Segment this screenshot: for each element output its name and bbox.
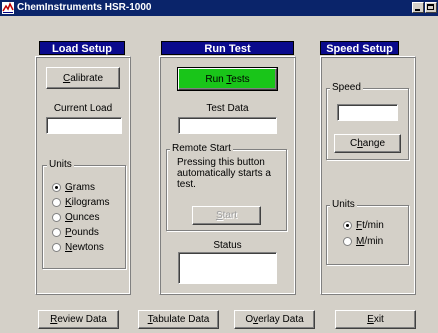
radio-kilograms-label: Kilograms [65,197,109,208]
title-bar[interactable]: ChemInstruments HSR-1000 [0,0,438,16]
run-tests-button[interactable]: Run Tests [178,68,277,90]
start-rest: tart [222,210,238,221]
load-units-radios: Grams Kilograms Ounces Pounds Newtons [52,181,109,253]
exit-label: Exit [367,314,384,325]
calibrate-label-rest: alibrate [70,72,104,84]
newtons-rest: ewtons [72,241,104,253]
change-rest: ange [362,138,386,149]
minimize-icon[interactable] [412,2,424,13]
kilograms-mnemonic: K [65,196,72,208]
pounds-mnemonic: P [65,226,72,238]
remote-text-line-3: test. [177,179,196,190]
radio-ounces-label: Ounces [65,212,99,223]
speed-units-radios: Ft/min M/min [343,219,384,247]
radio-pounds[interactable]: Pounds [52,226,109,238]
run-tests-rest: ests [231,73,250,85]
m-min-rest: /min [364,235,384,247]
speed-field[interactable] [337,104,398,121]
run-test-header: Run Test [161,41,294,55]
radio-ft-min-indicator[interactable] [343,220,352,230]
overlay-rest: erlay Data [258,314,304,325]
speed-setup-header: Speed Setup [320,41,399,55]
overlay-pre: O [245,314,254,325]
load-units-label: Units [47,159,74,170]
overlay-data-label: Overlay Data [245,314,303,325]
radio-ft-min[interactable]: Ft/min [343,219,384,231]
radio-pounds-label: Pounds [65,227,99,238]
test-data-field[interactable] [178,117,277,134]
current-load-field[interactable] [46,117,122,134]
review-rest: eview Data [57,314,107,325]
overlay-data-button[interactable]: Overlay Data [234,310,315,329]
speed-group-label: Speed [330,82,363,93]
change-button[interactable]: Change [334,134,401,153]
kilograms-rest: ilograms [71,196,110,208]
exit-button[interactable]: Exit [335,310,416,329]
status-field [178,252,277,284]
speed-units-label: Units [330,199,357,210]
radio-kilograms-indicator[interactable] [52,197,61,207]
radio-ft-min-label: Ft/min [356,220,384,231]
run-tests-label: Run Tests [205,74,249,85]
calibrate-label: Calibrate [63,73,103,84]
load-setup-header: Load Setup [39,41,125,55]
tabulate-rest: abulate Data [152,314,210,325]
status-label: Status [213,240,242,251]
radio-newtons[interactable]: Newtons [52,241,109,253]
remote-start-description: Pressing this button automatically start… [177,157,271,190]
change-label: Change [350,138,385,149]
run-tests-pre: Run [205,73,227,85]
remote-text-line-2: automatically starts a [177,168,271,179]
start-label: Start [216,210,237,221]
remote-start-label: Remote Start [170,143,233,154]
review-data-label: Review Data [50,314,107,325]
remote-text-line-1: Pressing this button [177,157,265,168]
maximize-icon[interactable] [425,2,437,13]
radio-grams-indicator[interactable] [52,182,61,192]
radio-grams-label: Grams [65,182,95,193]
tabulate-data-button[interactable]: Tabulate Data [138,310,219,329]
radio-grams[interactable]: Grams [52,181,109,193]
ounces-mnemonic: O [65,211,73,223]
radio-newtons-label: Newtons [65,242,104,253]
current-load-label: Current Load [53,103,113,114]
exit-rest: xit [373,314,384,325]
grams-mnemonic: G [65,181,73,193]
app-icon[interactable] [2,2,14,14]
start-mnemonic: S [215,210,223,221]
ounces-rest: unces [72,211,100,223]
radio-ounces[interactable]: Ounces [52,211,109,223]
radio-m-min-label: M/min [356,236,383,247]
start-button[interactable]: Start [192,206,261,225]
radio-newtons-indicator[interactable] [52,242,61,252]
ft-min-rest: t/min [362,219,384,231]
test-data-label: Test Data [206,103,249,114]
calibrate-button[interactable]: Calibrate [46,67,120,89]
tabulate-data-label: Tabulate Data [148,314,210,325]
exit-mnemonic: E [367,314,374,325]
radio-pounds-indicator[interactable] [52,227,61,237]
radio-ounces-indicator[interactable] [52,212,61,222]
grams-rest: rams [72,181,96,193]
radio-m-min[interactable]: M/min [343,235,384,247]
pounds-rest: ounds [71,226,99,238]
radio-kilograms[interactable]: Kilograms [52,196,109,208]
review-data-button[interactable]: Review Data [38,310,119,329]
window-title: ChemInstruments HSR-1000 [17,2,152,13]
radio-m-min-indicator[interactable] [343,236,352,246]
